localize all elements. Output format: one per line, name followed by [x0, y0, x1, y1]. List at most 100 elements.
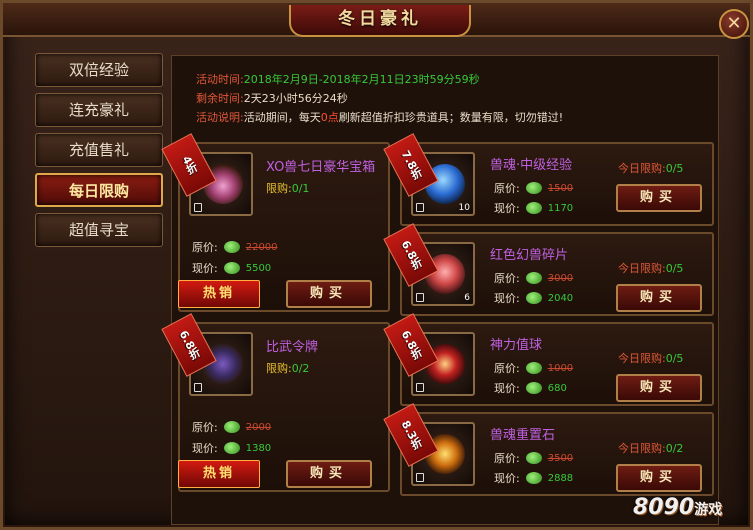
original-price-label: 原价: — [494, 182, 520, 195]
item-name: 红色幻兽碎片 — [490, 248, 569, 263]
close-button[interactable]: ✕ — [719, 9, 749, 39]
desc-highlight: 0点 — [320, 111, 339, 124]
window-title: 冬日豪礼 — [289, 5, 471, 37]
current-price-label: 现价: — [494, 202, 520, 215]
original-price-value: 1000 — [547, 362, 574, 374]
lock-icon — [416, 383, 424, 392]
today-limit-value: 0/5 — [665, 262, 684, 275]
current-price-row: 现价: 1380 — [192, 440, 271, 456]
buy-button[interactable]: 购买 — [616, 464, 702, 492]
buy-button[interactable]: 购买 — [616, 184, 702, 212]
hot-sale-badge: 热销 — [178, 460, 260, 488]
event-window: 冬日豪礼 ✕ 双倍经验 连充豪礼 充值售礼 每日限购 超值寻宝 活动时间:201… — [0, 0, 753, 530]
lock-icon — [194, 383, 202, 392]
limit-value: 0/2 — [291, 362, 310, 375]
remain-value: 2天23小时56分24秒 — [243, 92, 348, 105]
watermark-sub: 游戏 — [694, 502, 723, 518]
current-price-label: 现价: — [192, 262, 218, 275]
current-price-label: 现价: — [494, 382, 520, 395]
lock-icon — [416, 293, 424, 302]
desc-post: 刷新超值折扣珍贵道具；数量有限，切勿错过! — [338, 111, 564, 124]
gem-coin-icon — [525, 362, 542, 374]
original-price-value: 1500 — [547, 182, 574, 194]
item-limit: 限购:0/1 — [266, 180, 309, 196]
current-price-row: 现价: 5500 — [192, 260, 271, 276]
buy-button[interactable]: 购买 — [286, 280, 372, 308]
item-card-small: 8.3折 兽魂重置石 原价: 3500 现价: 2888 今日限购:0/2 购买 — [383, 403, 714, 496]
original-price-label: 原价: — [494, 362, 520, 375]
limit-label: 限购: — [266, 182, 292, 195]
sidebar-item-recharge-gift[interactable]: 连充豪礼 — [35, 93, 163, 127]
item-quantity: 10 — [458, 203, 470, 213]
original-price-label: 原价: — [192, 241, 218, 254]
today-limit: 今日限购:0/5 — [618, 260, 683, 276]
current-price-row: 现价: 2888 — [494, 470, 573, 486]
sidebar-item-treasure-hunt[interactable]: 超值寻宝 — [35, 213, 163, 247]
original-price-label: 原价: — [192, 421, 218, 434]
today-limit-value: 0/5 — [665, 162, 684, 175]
buy-button[interactable]: 购买 — [616, 374, 702, 402]
hot-sale-badge: 热销 — [178, 280, 260, 308]
today-limit-label: 今日限购: — [618, 442, 666, 455]
buy-button[interactable]: 购买 — [286, 460, 372, 488]
gem-coin-icon — [525, 182, 542, 194]
lock-icon — [416, 473, 424, 482]
current-price-row: 现价: 1170 — [494, 200, 573, 216]
item-limit: 限购:0/2 — [266, 360, 309, 376]
original-price-row: 原价: 3000 — [494, 270, 573, 286]
item-card-large: 4折 XO兽七日豪华宝箱 限购:0/1 原价: 22000 现价: 5500 热销 … — [161, 133, 390, 312]
original-price-row: 原价: 3500 — [494, 450, 573, 466]
today-limit: 今日限购:0/5 — [618, 350, 683, 366]
sidebar: 双倍经验 连充豪礼 充值售礼 每日限购 超值寻宝 — [35, 53, 165, 253]
gem-coin-icon — [525, 202, 542, 214]
gem-coin-icon — [525, 292, 542, 304]
desc-label: 活动说明: — [196, 111, 244, 124]
item-card-small: 10 7.8折 兽魂·中级经验 原价: 1500 现价: 1170 今日限购:0/5… — [383, 133, 714, 226]
desc-pre: 活动期间，每天 — [243, 111, 321, 124]
original-price-row: 原价: 1000 — [494, 360, 573, 376]
item-card-small: 6.8折 神力值球 原价: 1000 现价: 680 今日限购:0/5 购买 — [383, 313, 714, 406]
original-price-label: 原价: — [494, 272, 520, 285]
gem-coin-icon — [525, 472, 542, 484]
current-price-value: 2888 — [547, 472, 574, 484]
limit-label: 限购: — [266, 362, 292, 375]
original-price-row: 原价: 1500 — [494, 180, 573, 196]
original-price-row: 原价: 2000 — [192, 419, 271, 435]
item-name: 比武令牌 — [266, 340, 319, 355]
original-price-value: 3000 — [547, 272, 574, 284]
original-price-value: 3500 — [547, 452, 574, 464]
lock-icon — [194, 203, 202, 212]
item-name: 兽魂重置石 — [490, 428, 556, 443]
watermark-text: 8090 — [633, 495, 695, 520]
content-panel: 活动时间:2018年2月9日-2018年2月11日23时59分59秒 剩余时间:… — [161, 55, 719, 525]
current-price-value: 1380 — [245, 442, 272, 454]
time-value: 2018年2月9日-2018年2月11日23时59分59秒 — [243, 73, 480, 86]
today-limit-value: 0/2 — [665, 442, 684, 455]
today-limit-value: 0/5 — [665, 352, 684, 365]
item-name: 兽魂·中级经验 — [490, 158, 573, 173]
current-price-label: 现价: — [192, 442, 218, 455]
current-price-value: 5500 — [245, 262, 272, 274]
original-price-value: 2000 — [245, 421, 272, 433]
item-name: XO兽七日豪华宝箱 — [266, 160, 376, 175]
lock-icon — [416, 203, 424, 212]
today-limit-label: 今日限购: — [618, 262, 666, 275]
gem-coin-icon — [223, 241, 240, 253]
sidebar-item-daily-limit[interactable]: 每日限购 — [35, 173, 163, 207]
original-price-label: 原价: — [494, 452, 520, 465]
current-price-value: 2040 — [547, 292, 574, 304]
current-price-label: 现价: — [494, 472, 520, 485]
remain-label: 剩余时间: — [196, 92, 244, 105]
gem-coin-icon — [223, 262, 240, 274]
gem-coin-icon — [223, 442, 240, 454]
item-card-small: 6 6.8折 红色幻兽碎片 原价: 3000 现价: 2040 今日限购:0/5 购… — [383, 223, 714, 316]
item-name: 神力值球 — [490, 338, 543, 353]
limit-value: 0/1 — [291, 182, 310, 195]
current-price-row: 现价: 2040 — [494, 290, 573, 306]
sidebar-item-double-exp[interactable]: 双倍经验 — [35, 53, 163, 87]
sidebar-item-recharge-sale[interactable]: 充值售礼 — [35, 133, 163, 167]
current-price-row: 现价: 680 — [494, 380, 567, 396]
original-price-value: 22000 — [245, 241, 278, 253]
time-label: 活动时间: — [196, 73, 244, 86]
buy-button[interactable]: 购买 — [616, 284, 702, 312]
